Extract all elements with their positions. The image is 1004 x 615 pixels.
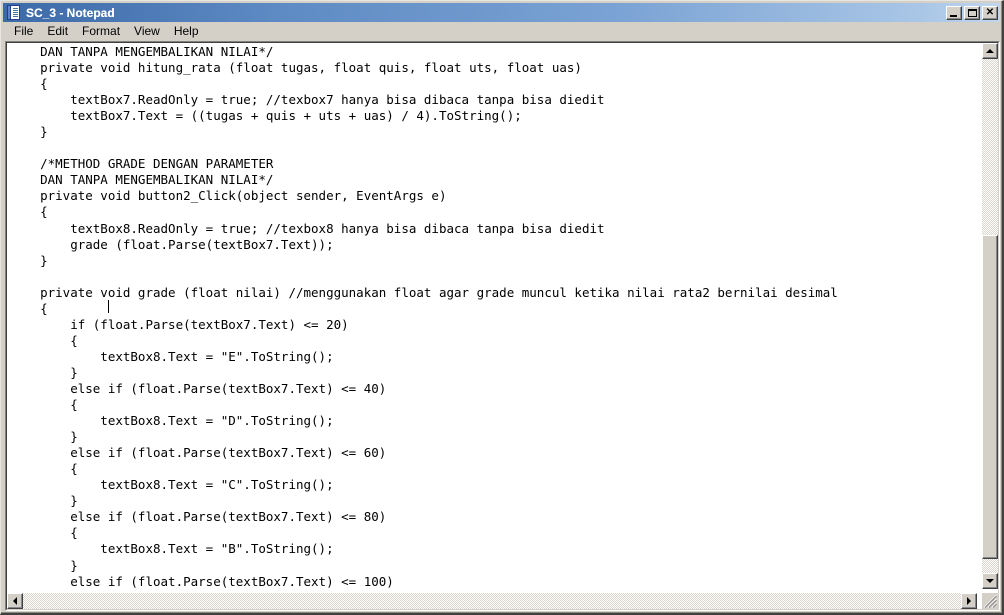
scroll-left-arrow-icon: [13, 597, 17, 605]
maximize-icon: [968, 8, 977, 17]
horizontal-scrollbar[interactable]: [7, 593, 977, 609]
vertical-scroll-track[interactable]: [982, 59, 998, 573]
notepad-window: SC_3 - Notepad ✕ File Edit Format View H…: [0, 0, 1004, 615]
scroll-up-button[interactable]: [982, 43, 998, 59]
window-controls: ✕: [946, 5, 998, 20]
minimize-button[interactable]: [946, 5, 962, 20]
menu-item-format[interactable]: Format: [75, 23, 127, 40]
horizontal-scroll-track[interactable]: [23, 593, 961, 609]
vertical-scroll-thumb[interactable]: [982, 235, 998, 559]
text-editor-surface[interactable]: DAN TANPA MENGEMBALIKAN NILAI*/ private …: [7, 43, 977, 589]
editor-text[interactable]: DAN TANPA MENGEMBALIKAN NILAI*/ private …: [10, 44, 838, 589]
resize-grip[interactable]: [982, 593, 998, 609]
menu-item-edit[interactable]: Edit: [40, 23, 75, 40]
menu-item-help[interactable]: Help: [167, 23, 206, 40]
minimize-icon: [950, 14, 957, 17]
scroll-right-button[interactable]: [961, 593, 977, 609]
scroll-up-arrow-icon: [986, 49, 994, 53]
menu-bar: File Edit Format View Help: [3, 22, 1000, 41]
editor-inner-frame: DAN TANPA MENGEMBALIKAN NILAI*/ private …: [6, 42, 999, 610]
scroll-down-arrow-icon: [986, 579, 994, 583]
scroll-right-arrow-icon: [967, 597, 971, 605]
window-inner-frame: SC_3 - Notepad ✕ File Edit Format View H…: [1, 1, 1002, 613]
vertical-scrollbar[interactable]: [982, 43, 998, 589]
resize-grip-icon: [983, 594, 997, 608]
menu-item-view[interactable]: View: [127, 23, 167, 40]
text-caret: [108, 300, 109, 313]
notepad-document-icon: [6, 5, 22, 20]
scroll-down-button[interactable]: [982, 573, 998, 589]
window-title: SC_3 - Notepad: [26, 5, 115, 20]
close-button[interactable]: ✕: [982, 5, 998, 20]
title-bar[interactable]: SC_3 - Notepad ✕: [3, 3, 1000, 22]
close-icon: ✕: [985, 6, 995, 18]
maximize-button[interactable]: [964, 5, 980, 20]
menu-item-file[interactable]: File: [7, 23, 40, 40]
editor-client-area: DAN TANPA MENGEMBALIKAN NILAI*/ private …: [5, 41, 1000, 611]
scroll-left-button[interactable]: [7, 593, 23, 609]
